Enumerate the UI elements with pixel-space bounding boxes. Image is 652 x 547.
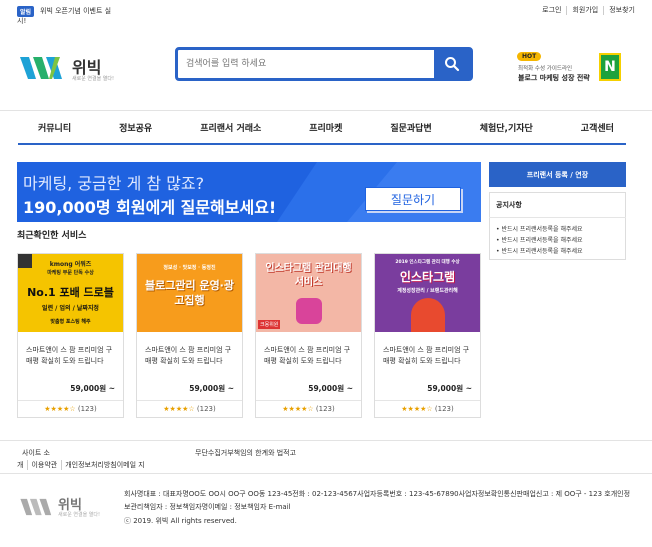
hot-badge: HOT bbox=[517, 52, 542, 61]
banner-line-2: 190,000명 회원에게 질문해보세요! bbox=[23, 198, 277, 217]
service-description: 스마트앤이 스 팜 프리미엄 구매평 확실히 도와 드립니다 bbox=[26, 346, 113, 365]
thumb-top-text: 2019 인스타그램 관리 대행 수상 bbox=[395, 260, 460, 265]
main-nav: 커뮤니티 정보공유 프리랜서 거래소 프리마켓 질문과답변 체험단,기자단 고객… bbox=[18, 111, 626, 143]
search-input[interactable] bbox=[178, 50, 436, 78]
footer-logo-icon bbox=[20, 498, 52, 516]
nav-freelancer-market[interactable]: 프리랜서 거래소 bbox=[200, 121, 261, 134]
thumb-main-text: 블로그관리 운영·광고집행 bbox=[145, 279, 234, 307]
notice-item-text: 반드시 프리랜서등록을 해주세요 bbox=[501, 226, 583, 233]
star-rating-icon: ★★★★☆ bbox=[401, 405, 433, 413]
copyright: ⓒ 2019. 위빅 All rights reserved. bbox=[124, 517, 237, 525]
signup-link[interactable]: 회원가입 bbox=[566, 6, 603, 15]
recent-services-title: 최근확인한 서비스 bbox=[17, 231, 87, 241]
service-rating: ★★★★☆ (123) bbox=[375, 405, 480, 413]
nav-underline bbox=[18, 143, 626, 145]
footer-divider bbox=[0, 473, 652, 474]
ad-title[interactable]: 블로그 마케팅 성장 전략 bbox=[518, 73, 590, 83]
notice-text[interactable]: 위빅 오픈기념 이벤트 실 bbox=[40, 6, 122, 16]
star-rating-icon: ★★★★☆ bbox=[163, 405, 195, 413]
footer-privacy-link[interactable]: 개인정보처리방침이메일 지 bbox=[65, 460, 149, 470]
ask-question-button[interactable]: 질문하기 bbox=[365, 187, 461, 211]
service-card[interactable]: kmong 어워즈 마케팅 부문 단독 수상 No.1 포배 드로블 일련 / … bbox=[17, 253, 124, 418]
footer-divider bbox=[0, 440, 652, 441]
find-info-link[interactable]: 정보찾기 bbox=[603, 6, 640, 15]
thumb-top-text: 정보성 · 맛보정 · 등정진 bbox=[163, 265, 216, 271]
person-illustration-icon bbox=[411, 298, 445, 332]
card-divider bbox=[137, 400, 242, 401]
footer-terms-link[interactable]: 이용약관 bbox=[31, 460, 63, 470]
notice-text-wrap: 시! bbox=[17, 17, 27, 25]
service-description: 스마트앤이 스 팜 프리미엄 구매평 확실히 도와 드립니다 bbox=[264, 346, 351, 365]
naver-icon[interactable]: N bbox=[599, 53, 621, 81]
service-card[interactable]: 정보성 · 맛보정 · 등정진 블로그관리 운영·광고집행 스마트앤이 스 팜 … bbox=[136, 253, 243, 418]
logo-icon[interactable] bbox=[20, 53, 68, 83]
thumb-main-text: 인스타그램 bbox=[399, 270, 456, 284]
ad-subtitle[interactable]: 최적화 수성 가이드라인 bbox=[518, 64, 572, 72]
service-rating: ★★★★☆ (123) bbox=[256, 405, 361, 413]
service-thumbnail[interactable]: 인스타그램 관리대행 서비스 크몽위원 bbox=[256, 254, 361, 332]
company-info: 회사명대표 : 대표자명OO도 OO시 OO구 OO동 123-45전화 : 0… bbox=[124, 490, 631, 511]
service-rating: ★★★★☆ (123) bbox=[137, 405, 242, 413]
footer-about-link[interactable]: 사이트 소 bbox=[22, 448, 50, 458]
thumb-top-text: kmong 어워즈 bbox=[49, 261, 92, 268]
rating-count: (123) bbox=[77, 405, 97, 413]
nav-info-share[interactable]: 정보공유 bbox=[119, 121, 152, 134]
thumb-sub-text: 계정성장관리 / 브랜드관리해 bbox=[397, 288, 458, 294]
thumb-sub-text: 마케팅 부문 단독 수상 bbox=[47, 270, 94, 276]
service-thumbnail[interactable]: 정보성 · 맛보정 · 등정진 블로그관리 운영·광고집행 bbox=[137, 254, 242, 332]
login-link[interactable]: 로그인 bbox=[537, 6, 566, 15]
footer-logo-tagline: 새로운 연결을 열다! bbox=[58, 512, 100, 518]
notice-item[interactable]: • 반드시 프리랜서등록을 해주세요 bbox=[496, 246, 583, 255]
search-box bbox=[175, 47, 473, 81]
star-rating-icon: ★★★★☆ bbox=[44, 405, 76, 413]
notice-item-text: 반드시 프리랜서등록을 해주세요 bbox=[501, 248, 583, 255]
card-divider bbox=[18, 400, 123, 401]
service-price: 59,000원 ~ bbox=[308, 384, 353, 393]
star-rating-icon: ★★★★☆ bbox=[282, 405, 314, 413]
service-description: 스마트앤이 스 팜 프리미엄 구매평 확실히 도와 드립니다 bbox=[145, 346, 232, 365]
rating-count: (123) bbox=[315, 405, 335, 413]
service-card[interactable]: 인스타그램 관리대행 서비스 크몽위원 스마트앤이 스 팜 프리미엄 구매평 확… bbox=[255, 253, 362, 418]
service-description: 스마트앤이 스 팜 프리미엄 구매평 확실히 도와 드립니다 bbox=[383, 346, 470, 365]
service-card[interactable]: 2019 인스타그램 관리 대행 수상 인스타그램 계정성장관리 / 브랜드관리… bbox=[374, 253, 481, 418]
notice-item[interactable]: • 반드시 프리랜서등록을 해주세요 bbox=[496, 235, 583, 244]
search-button[interactable] bbox=[434, 50, 470, 78]
thumb-tag-text: 맞춤형 포스팅 해주 bbox=[50, 319, 91, 325]
nav-qna[interactable]: 질문과답변 bbox=[390, 121, 431, 134]
logo-tagline: 새로운 연결을 열다! bbox=[72, 76, 114, 82]
banner-line-1: 마케팅, 궁금한 게 참 많죠? bbox=[23, 174, 205, 193]
nav-community[interactable]: 커뮤니티 bbox=[38, 121, 71, 134]
footer-links: 개 이용약관 개인정보처리방침이메일 지 bbox=[17, 460, 152, 470]
service-price: 59,000원 ~ bbox=[427, 384, 472, 393]
notice-divider bbox=[489, 217, 626, 218]
nav-customer-center[interactable]: 고객센터 bbox=[581, 121, 614, 134]
service-thumbnail[interactable]: 2019 인스타그램 관리 대행 수상 인스타그램 계정성장관리 / 브랜드관리… bbox=[375, 254, 480, 332]
thumb-main-text: 인스타그램 관리대행 서비스 bbox=[265, 263, 352, 288]
service-price: 59,000원 ~ bbox=[189, 384, 234, 393]
freelancer-register-button[interactable]: 프리랜서 등록 / 연장 bbox=[489, 162, 626, 187]
instagram-icon bbox=[296, 298, 322, 324]
notice-title[interactable]: 공지사항 bbox=[496, 200, 522, 210]
card-divider bbox=[256, 400, 361, 401]
nav-experience-reporter[interactable]: 체험단,기자단 bbox=[480, 121, 533, 134]
thumb-tag-text: 크몽위원 bbox=[258, 320, 281, 329]
service-thumbnail[interactable]: kmong 어워즈 마케팅 부문 단독 수상 No.1 포배 드로블 일련 / … bbox=[18, 254, 123, 332]
search-icon bbox=[445, 57, 460, 72]
top-links: 로그인 회원가입 정보찾기 bbox=[537, 6, 640, 15]
card-divider bbox=[375, 400, 480, 401]
service-rating: ★★★★☆ (123) bbox=[18, 405, 123, 413]
nav-free-market[interactable]: 프리마켓 bbox=[309, 121, 342, 134]
footer-disclaimer-link[interactable]: 무단수집거부책임의 한계와 법적고 bbox=[195, 448, 296, 458]
footer-link[interactable]: 개 bbox=[17, 460, 29, 470]
service-price: 59,000원 ~ bbox=[70, 384, 115, 393]
thumb-main-text: No.1 포배 드로블 bbox=[27, 286, 114, 299]
rating-count: (123) bbox=[196, 405, 216, 413]
rating-count: (123) bbox=[434, 405, 454, 413]
notice-item[interactable]: • 반드시 프리랜서등록을 해주세요 bbox=[496, 224, 583, 233]
notice-item-text: 반드시 프리랜서등록을 해주세요 bbox=[501, 237, 583, 244]
thumb-sub2-text: 일련 / 업의 / 날짜지정 bbox=[42, 305, 99, 312]
